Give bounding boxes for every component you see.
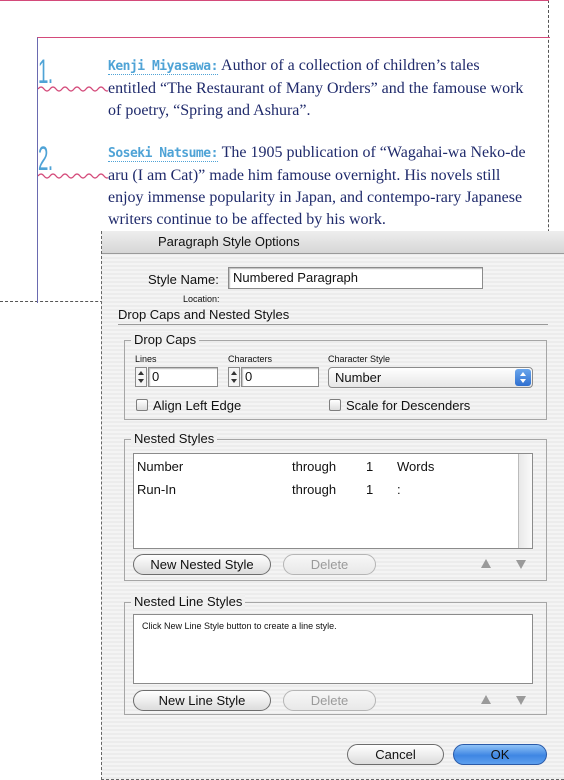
- paragraph-text: Soseki Natsume: The 1905 publication of …: [108, 142, 528, 231]
- delete-line-style-button[interactable]: Delete: [283, 690, 376, 711]
- paragraph-style-options-dialog: Paragraph Style Options Style Name: Numb…: [101, 231, 564, 780]
- character-style-value: Number: [335, 370, 382, 385]
- nested-style-unit[interactable]: :: [397, 482, 401, 497]
- scale-for-descenders-label: Scale for Descenders: [346, 398, 471, 413]
- move-down-icon[interactable]: [516, 696, 526, 705]
- nested-line-styles-title: Nested Line Styles: [131, 594, 246, 609]
- dialog-title: Paragraph Style Options: [158, 234, 300, 249]
- new-nested-style-button[interactable]: New Nested Style: [133, 554, 271, 575]
- drop-caps-group: Drop Caps Lines 0 Characters 0 Character…: [124, 332, 547, 420]
- drop-caps-title: Drop Caps: [131, 332, 200, 347]
- nested-line-styles-group: Nested Line Styles Click New Line Style …: [124, 594, 547, 715]
- characters-stepper[interactable]: [228, 367, 240, 387]
- section-title: Drop Caps and Nested Styles: [118, 307, 290, 322]
- paragraph-number: 2.: [38, 140, 53, 178]
- nested-styles-list[interactable]: Number through 1 Words Run-In through 1 …: [133, 453, 533, 549]
- move-up-icon[interactable]: [481, 695, 491, 704]
- lines-field[interactable]: 0: [148, 367, 218, 387]
- nested-line-styles-list[interactable]: Click New Line Style button to create a …: [133, 614, 533, 684]
- paragraph-text: Kenji Miyasawa: Author of a collection o…: [108, 55, 528, 122]
- new-line-style-button[interactable]: New Line Style: [133, 690, 271, 711]
- move-up-icon[interactable]: [481, 559, 491, 568]
- style-name-field[interactable]: Numbered Paragraph: [228, 267, 483, 289]
- style-name-label: Style Name:: [148, 272, 219, 287]
- select-arrows-icon: [515, 369, 531, 386]
- ok-button[interactable]: OK: [453, 744, 547, 765]
- spelling-squiggle-icon: [38, 173, 108, 179]
- character-style-select[interactable]: Number: [328, 367, 533, 388]
- page-margin-guide: [0, 0, 549, 1]
- cancel-button[interactable]: Cancel: [347, 744, 444, 765]
- spelling-squiggle-icon: [38, 86, 108, 92]
- scale-for-descenders-checkbox[interactable]: [329, 399, 341, 411]
- lines-stepper[interactable]: [135, 367, 147, 387]
- dialog-titlebar[interactable]: Paragraph Style Options: [102, 231, 564, 254]
- nested-style-name[interactable]: Number: [137, 459, 183, 474]
- delete-nested-style-button[interactable]: Delete: [283, 554, 376, 575]
- align-left-edge-label: Align Left Edge: [153, 398, 242, 413]
- nested-style-count[interactable]: 1: [366, 482, 373, 497]
- run-in-heading: Kenji Miyasawa:: [108, 59, 218, 75]
- nested-style-unit[interactable]: Words: [397, 459, 434, 474]
- align-left-edge-checkbox[interactable]: [136, 399, 148, 411]
- paragraph-number: 1.: [38, 53, 53, 91]
- nested-style-name[interactable]: Run-In: [137, 482, 176, 497]
- run-in-heading: Soseki Natsume:: [108, 146, 218, 162]
- nested-style-mode[interactable]: through: [292, 482, 336, 497]
- location-label: Location:: [183, 294, 220, 304]
- line-style-hint: Click New Line Style button to create a …: [142, 621, 337, 631]
- nested-style-count[interactable]: 1: [366, 459, 373, 474]
- nested-style-mode[interactable]: through: [292, 459, 336, 474]
- characters-label: Characters: [228, 354, 273, 364]
- move-down-icon[interactable]: [516, 560, 526, 569]
- character-style-label: Character Style: [328, 354, 391, 364]
- nested-styles-title: Nested Styles: [131, 431, 218, 446]
- section-divider: [118, 324, 548, 325]
- characters-field[interactable]: 0: [241, 367, 319, 387]
- nested-styles-group: Nested Styles Number through 1 Words Run…: [124, 431, 547, 581]
- nested-styles-scrollbar[interactable]: [518, 454, 532, 548]
- lines-label: Lines: [135, 354, 157, 364]
